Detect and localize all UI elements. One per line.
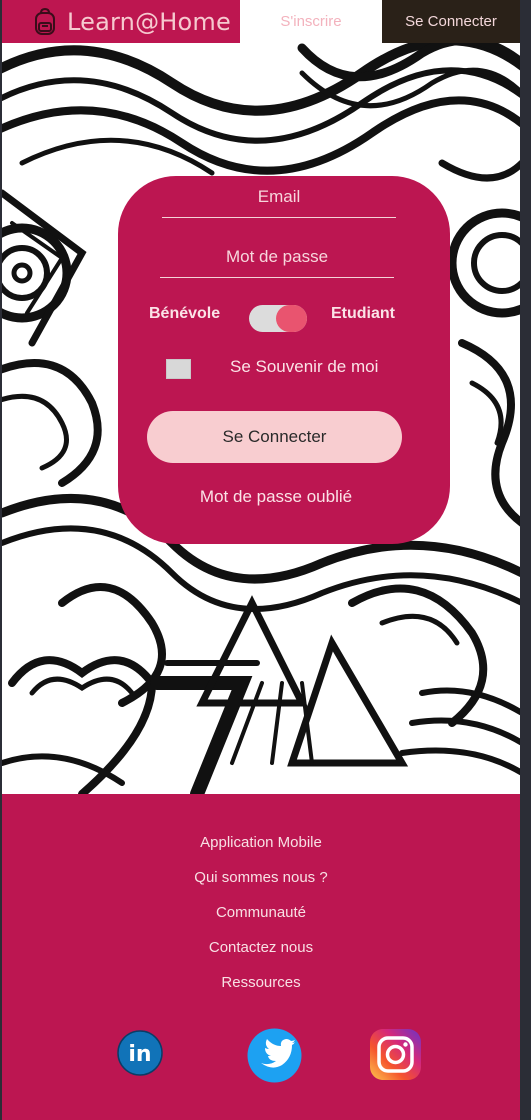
signup-link[interactable]: S'inscrire [240,0,382,43]
footer-link-about[interactable]: Qui sommes nous ? [2,869,520,886]
toggle-label-etudiant: Etudiant [331,305,395,322]
footer-link-resources[interactable]: Ressources [2,974,520,991]
password-field[interactable]: Mot de passe [160,247,394,267]
footer: Application Mobile Qui sommes nous ? Com… [2,794,520,1120]
footer-link-contact[interactable]: Contactez nous [2,939,520,956]
login-button[interactable]: Se Connecter [147,411,402,463]
footer-link-community[interactable]: Communauté [2,904,520,921]
backpack-icon [35,7,55,35]
password-underline [160,277,394,278]
role-toggle[interactable] [249,305,307,332]
login-link[interactable]: Se Connecter [382,0,520,43]
twitter-icon[interactable] [247,1028,302,1083]
linkedin-icon[interactable]: in [117,1030,163,1076]
doodle-background: Email Mot de passe Bénévole Etudiant Se … [2,43,520,794]
brand-name: Learn@Home [67,7,231,36]
remember-label: Se Souvenir de moi [230,357,379,376]
login-card: Email Mot de passe Bénévole Etudiant Se … [118,176,450,544]
email-field[interactable]: Email [162,187,396,207]
email-underline [162,217,396,218]
forgot-password-link[interactable]: Mot de passe oublié [118,487,434,507]
remember-checkbox[interactable] [166,359,191,379]
instagram-icon[interactable] [369,1028,422,1081]
toggle-knob [276,305,307,332]
toggle-label-benevole: Bénévole [149,305,221,322]
brand[interactable]: Learn@Home [2,0,240,43]
top-nav: Learn@Home S'inscrire Se Connecter [2,0,520,43]
footer-link-mobile[interactable]: Application Mobile [2,834,520,851]
page: Learn@Home S'inscrire Se Connecter Email… [2,0,520,1120]
svg-text:in: in [128,1042,151,1067]
